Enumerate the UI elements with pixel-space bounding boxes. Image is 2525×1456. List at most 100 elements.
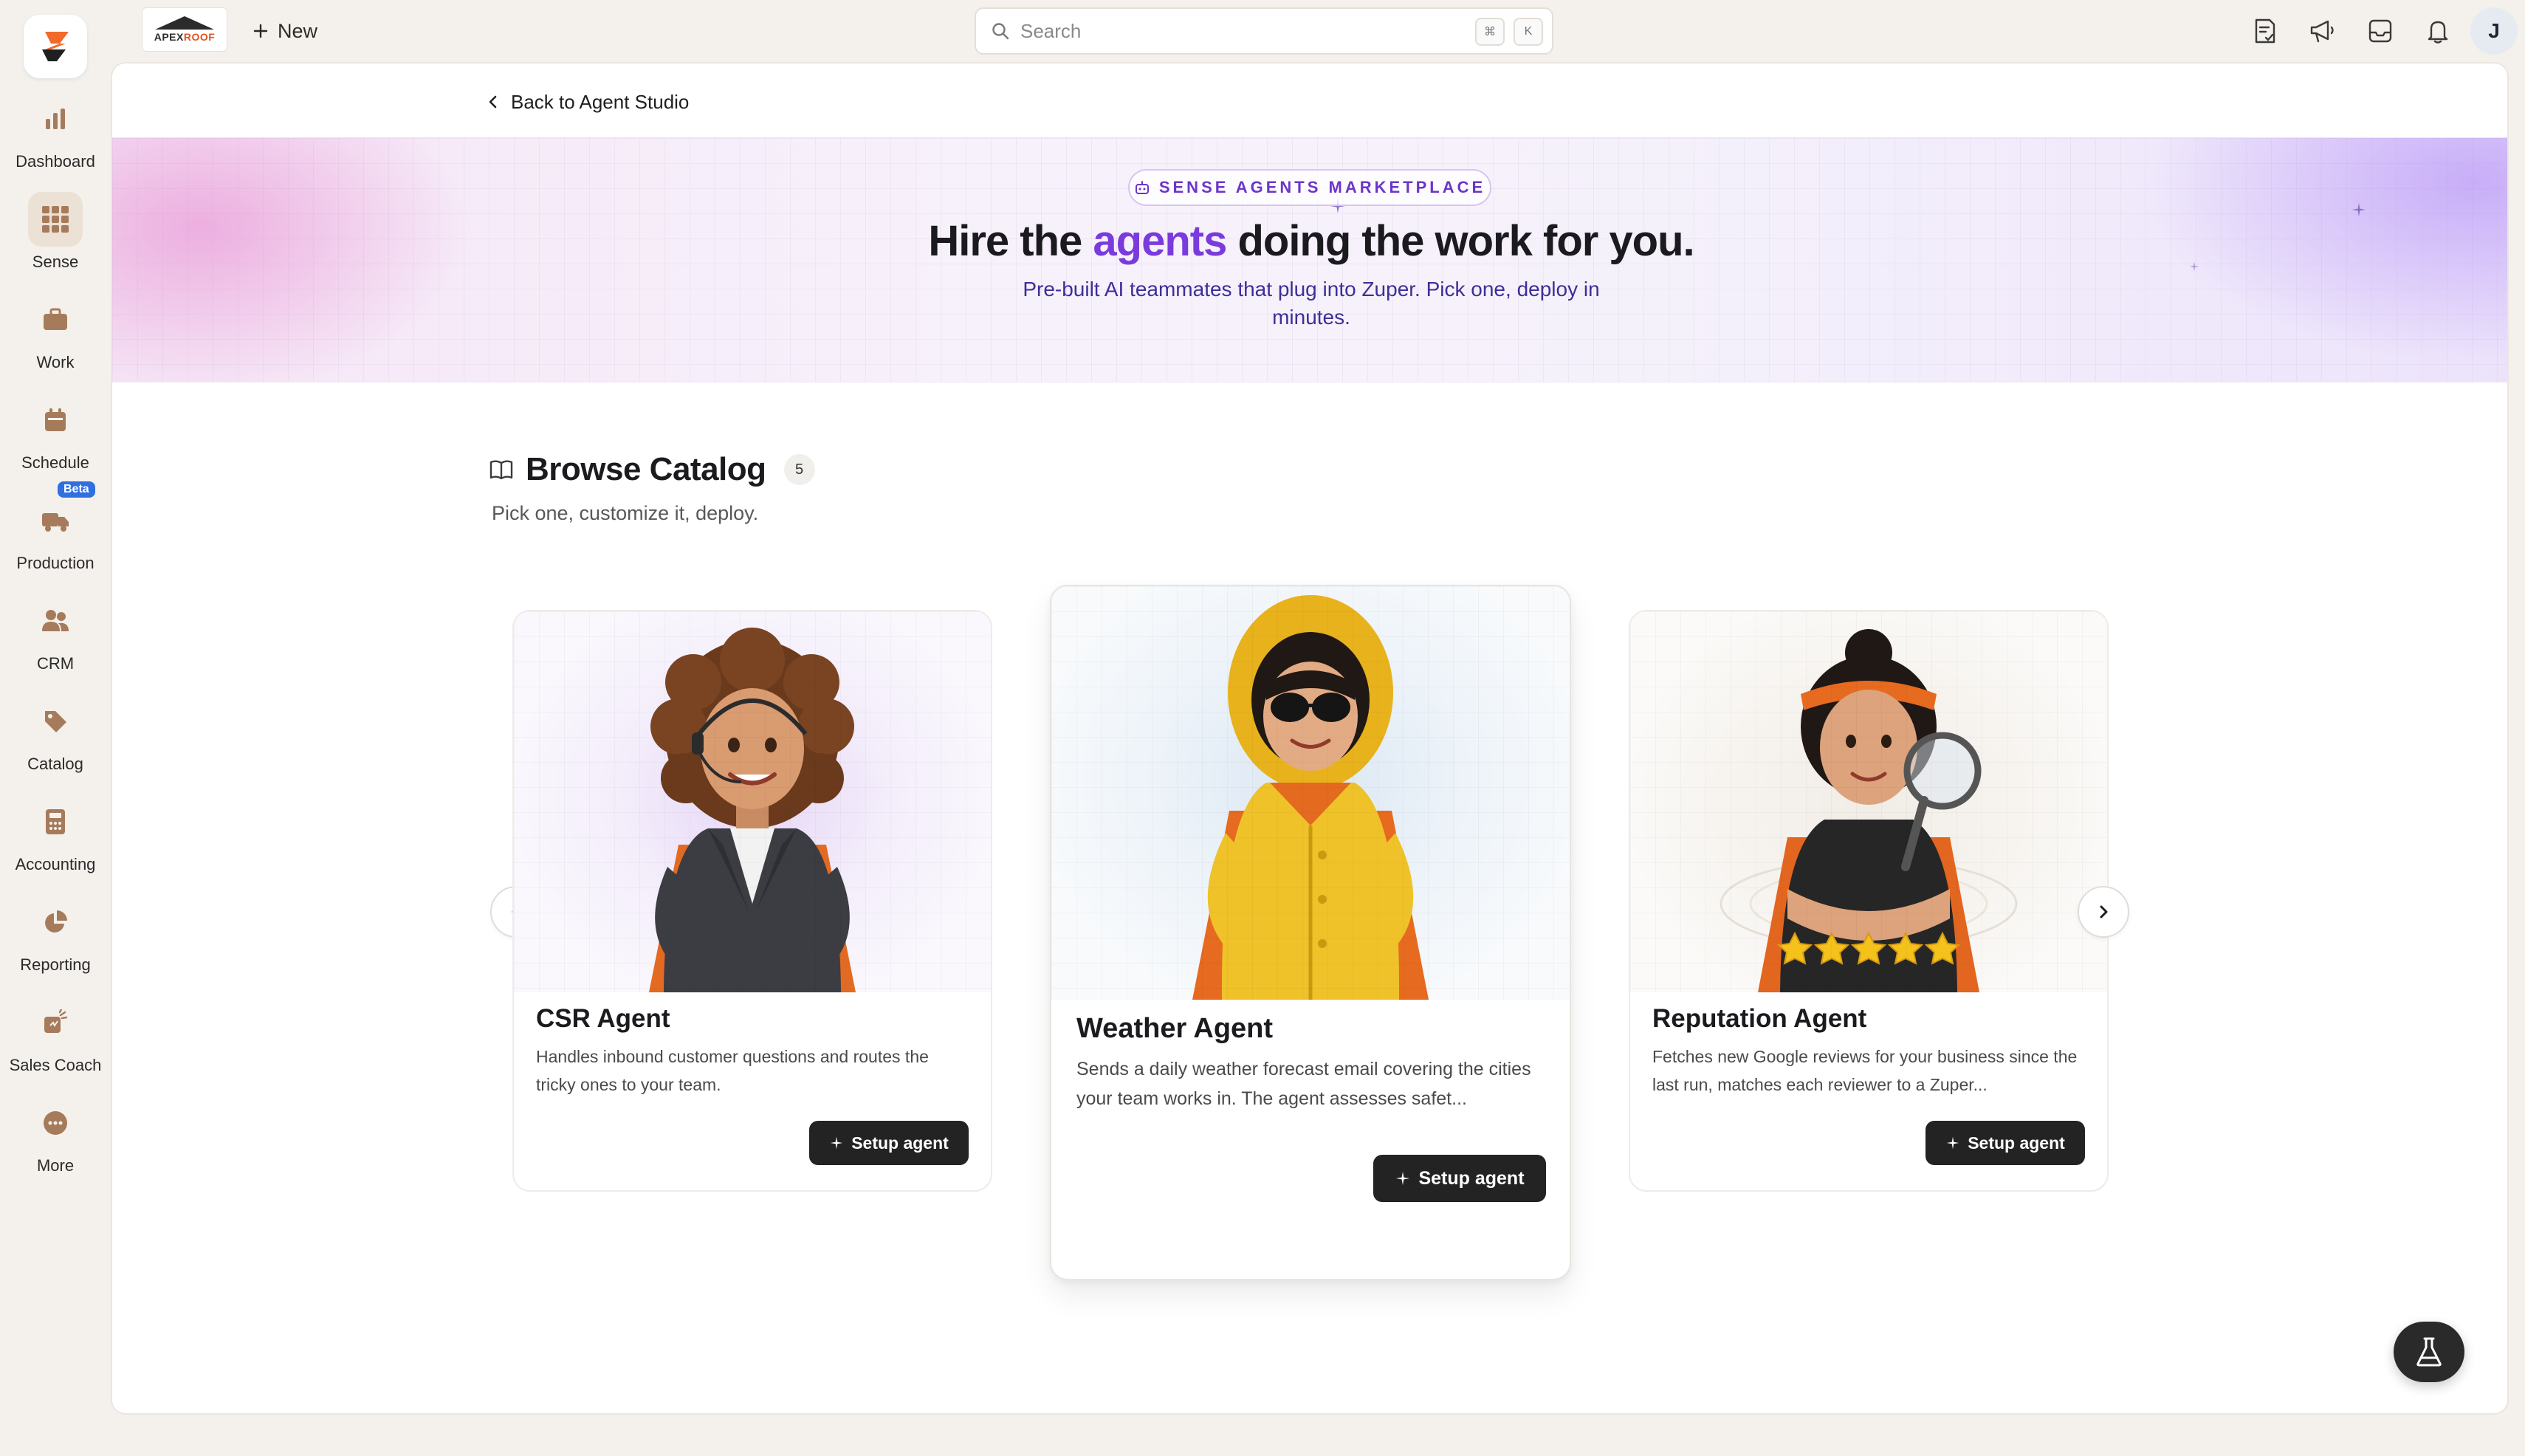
new-button[interactable]: New — [252, 15, 317, 47]
sidebar-item-sales-coach[interactable]: Sales Coach — [0, 995, 111, 1084]
user-avatar[interactable]: J — [2470, 7, 2518, 55]
setup-agent-label: Setup agent — [851, 1133, 949, 1153]
marketplace-badge: SENSE AGENTS MARKETPLACE — [1128, 169, 1491, 206]
bell-icon[interactable] — [2422, 15, 2454, 47]
sidebar-item-label: Work — [36, 353, 75, 371]
company-name-word2: ROOF — [183, 31, 216, 43]
catalog-subtitle: Pick one, customize it, deploy. — [492, 502, 759, 524]
tag-icon — [28, 694, 83, 749]
search-bar[interactable]: ⌘ K — [975, 7, 1553, 55]
sidebar-item-label: Accounting — [15, 855, 96, 873]
sidebar-item-crm[interactable]: CRM — [0, 594, 111, 682]
hero-subtitle: Pre-built AI teammates that plug into Zu… — [1023, 278, 1600, 329]
agent-card-title: CSR Agent — [536, 1004, 670, 1033]
agent-card-reputation[interactable]: Reputation Agent Fetches new Google revi… — [1629, 610, 2109, 1192]
sidebar-item-accounting[interactable]: Accounting — [0, 794, 111, 883]
agent-card-weather[interactable]: Weather Agent Sends a daily weather fore… — [1050, 585, 1571, 1280]
sidebar: Dashboard Sense Work Schedule Beta Produ — [0, 0, 111, 1456]
company-name: APEXROOF — [154, 31, 216, 43]
reputation-agent-illustration — [1630, 611, 2107, 992]
more-icon — [28, 1096, 83, 1150]
sidebar-item-label: Production — [16, 554, 95, 572]
sidebar-item-label: Dashboard — [16, 152, 95, 171]
users-icon — [28, 594, 83, 648]
hero-title: Hire the agents doing the work for you. — [112, 216, 2507, 266]
sidebar-item-label: Schedule — [21, 453, 89, 472]
chevron-right-icon — [2100, 905, 2108, 918]
top-icons: J — [2230, 0, 2525, 62]
truck-icon: Beta — [28, 481, 95, 548]
agent-card-title: Weather Agent — [1076, 1013, 1274, 1044]
grid-icon — [28, 192, 83, 247]
app-logo[interactable] — [24, 15, 87, 78]
calendar-icon — [28, 393, 83, 447]
sidebar-item-label: Reporting — [20, 955, 91, 974]
agent-card-description: Sends a daily weather forecast email cov… — [1076, 1059, 1531, 1109]
hero-title-part1: Hire the — [928, 217, 1093, 265]
kbd-k: K — [1514, 18, 1543, 46]
robot-icon — [1135, 181, 1149, 194]
checklist-icon[interactable] — [2249, 15, 2281, 47]
hero-title-part2: doing the work for you. — [1226, 217, 1694, 265]
sidebar-item-dashboard[interactable]: Dashboard — [0, 92, 111, 180]
agent-card-description: Fetches new Google reviews for your busi… — [1652, 1047, 2078, 1094]
search-input[interactable] — [1020, 19, 1434, 43]
search-icon — [992, 23, 1009, 40]
book-icon — [489, 460, 513, 480]
sidebar-item-work[interactable]: Work — [0, 292, 111, 381]
sidebar-item-catalog[interactable]: Catalog — [0, 694, 111, 783]
setup-agent-button[interactable]: Setup agent — [1373, 1155, 1546, 1202]
back-to-agent-studio-link[interactable]: Back to Agent Studio — [487, 86, 689, 118]
agent-card-csr[interactable]: CSR Agent Handles inbound customer quest… — [512, 610, 992, 1192]
flask-icon — [2416, 1337, 2442, 1367]
catalog-count-badge: 5 — [783, 454, 815, 485]
chevron-left-icon — [489, 95, 497, 109]
beta-badge: Beta — [58, 481, 95, 498]
setup-agent-label: Setup agent — [1968, 1133, 2065, 1153]
hero-banner: SENSE AGENTS MARKETPLACE Hire the agents… — [112, 137, 2507, 382]
sidebar-item-label: CRM — [36, 654, 75, 673]
sidebar-item-label: Sales Coach — [9, 1056, 102, 1074]
card-grid-background — [1051, 586, 1570, 1000]
announcement-icon[interactable] — [2306, 15, 2339, 47]
sidebar-item-label: Sense — [32, 253, 79, 271]
setup-agent-button[interactable]: Setup agent — [1925, 1121, 2085, 1165]
card-grid-background — [1630, 611, 2107, 992]
roof-logo-icon — [155, 16, 214, 30]
calculator-icon — [28, 794, 83, 849]
card-grid-background — [514, 611, 991, 992]
bar-chart-icon — [28, 92, 83, 146]
catalog-header: Browse Catalog 5 — [489, 447, 815, 492]
main-panel: Back to Agent Studio SENSE AGENTS MARKET… — [111, 62, 2509, 1415]
top-bar: APEXROOF New ⌘ K J — [111, 0, 2525, 62]
sidebar-item-label: Catalog — [27, 755, 83, 773]
new-button-label: New — [278, 19, 318, 42]
back-link-label: Back to Agent Studio — [511, 90, 690, 113]
sidebar-item-reporting[interactable]: Reporting — [0, 895, 111, 983]
csr-agent-illustration — [514, 611, 991, 992]
inbox-icon[interactable] — [2364, 15, 2397, 47]
briefcase-icon — [28, 292, 83, 347]
hero-title-highlight: agents — [1093, 217, 1227, 265]
sparkle-icon — [1946, 1136, 1959, 1150]
kbd-cmd: ⌘ — [1475, 18, 1505, 46]
sidebar-item-production[interactable]: Beta Production — [0, 481, 111, 582]
company-name-word1: APEX — [154, 31, 184, 43]
pie-chart-icon — [28, 895, 83, 950]
company-logo[interactable]: APEXROOF — [142, 7, 227, 52]
setup-agent-button[interactable]: Setup agent — [809, 1121, 969, 1165]
agent-card-description: Handles inbound customer questions and r… — [536, 1047, 929, 1094]
carousel-next-button[interactable] — [2078, 886, 2129, 938]
setup-agent-label: Setup agent — [1418, 1167, 1525, 1189]
zuper-logo-icon — [42, 32, 69, 61]
lab-flask-button[interactable] — [2394, 1322, 2464, 1382]
catalog-title: Browse Catalog — [526, 451, 766, 487]
sidebar-item-schedule[interactable]: Schedule — [0, 393, 111, 481]
sidebar-item-more[interactable]: More — [0, 1096, 111, 1184]
sidebar-item-label: More — [36, 1156, 75, 1175]
sparkle-icon — [2351, 202, 2366, 217]
sparkle-icon — [1396, 1171, 1410, 1186]
megaphone-icon — [28, 995, 83, 1050]
sidebar-item-sense[interactable]: Sense — [0, 192, 111, 281]
weather-agent-illustration — [1051, 586, 1570, 1000]
